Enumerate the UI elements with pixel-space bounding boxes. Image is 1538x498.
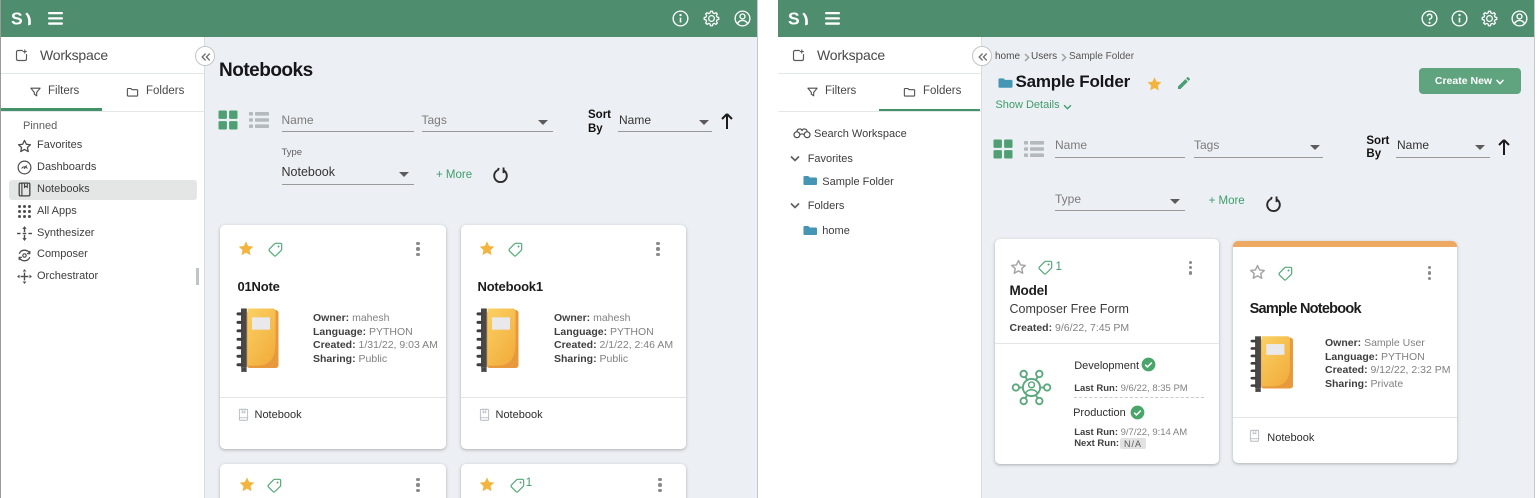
svg-text:S: S: [788, 8, 800, 28]
svg-text:S: S: [11, 8, 23, 28]
